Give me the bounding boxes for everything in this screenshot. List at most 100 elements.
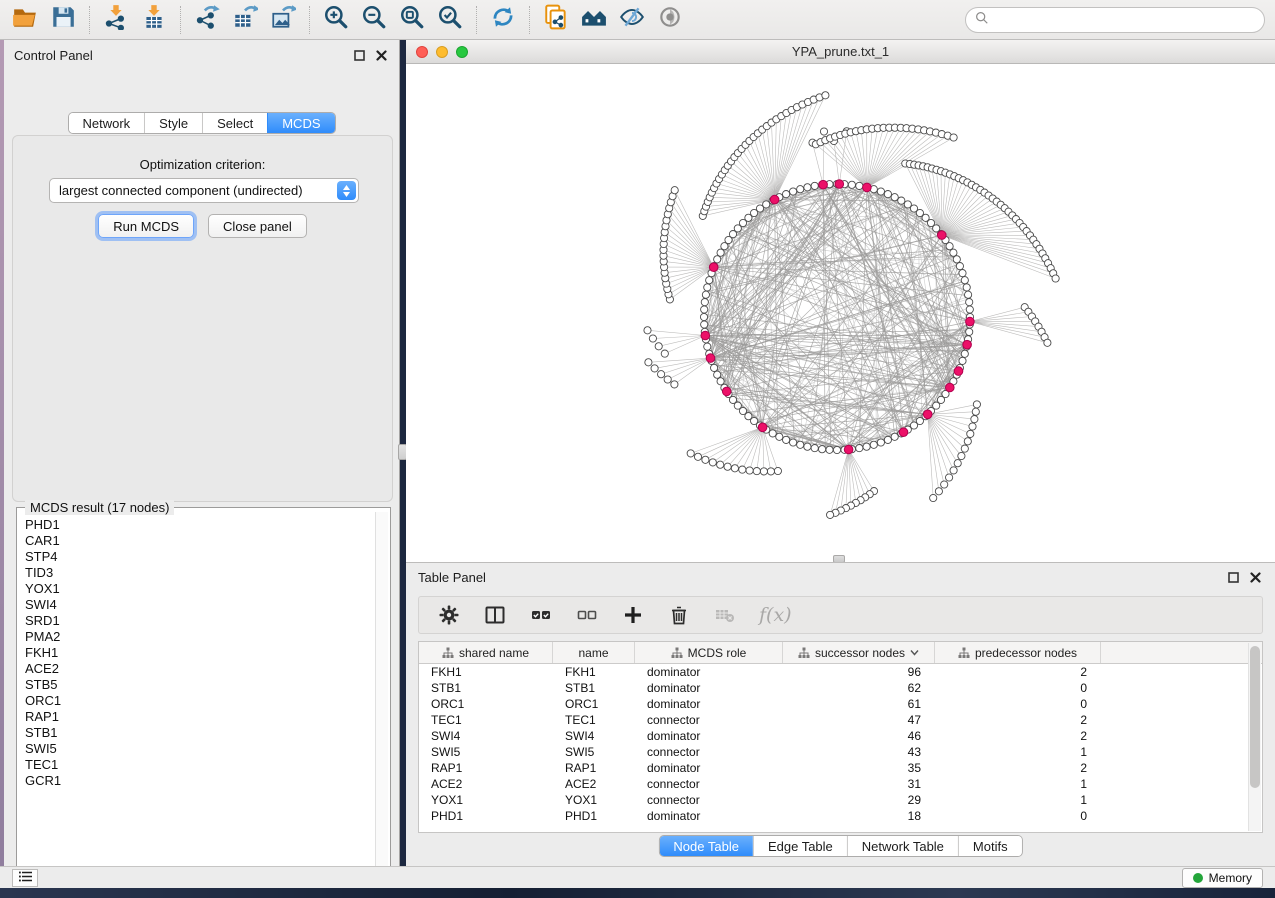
mcds-result-item[interactable]: SWI4 (25, 597, 374, 613)
float-table-panel-icon[interactable] (1225, 569, 1241, 585)
tab-style[interactable]: Style (144, 113, 202, 133)
table-row-RAP1[interactable]: RAP1RAP1dominator352 (419, 760, 1262, 776)
network-leaf-node[interactable] (820, 128, 827, 135)
network-mcds-hub-node[interactable] (946, 383, 955, 392)
network-node[interactable] (790, 188, 797, 195)
network-leaf-node[interactable] (645, 359, 652, 366)
network-leaf-node[interactable] (694, 453, 701, 460)
network-node[interactable] (965, 291, 972, 298)
network-mcds-hub-node[interactable] (923, 410, 932, 419)
network-node[interactable] (714, 256, 721, 263)
table-scrollbar[interactable] (1248, 643, 1261, 831)
network-leaf-node[interactable] (954, 460, 961, 467)
network-mcds-hub-node[interactable] (819, 180, 828, 189)
mcds-result-item[interactable]: STP4 (25, 549, 374, 565)
close-window-icon[interactable] (416, 46, 428, 58)
network-leaf-node[interactable] (746, 467, 753, 474)
network-node[interactable] (966, 299, 973, 306)
run-mcds-button[interactable]: Run MCDS (98, 214, 194, 238)
network-node[interactable] (804, 443, 811, 450)
network-leaf-node[interactable] (1044, 339, 1051, 346)
mcds-result-item[interactable]: ORC1 (25, 693, 374, 709)
network-leaf-node[interactable] (644, 327, 651, 334)
zoom-out-button[interactable] (355, 4, 393, 36)
tab-edge-table[interactable]: Edge Table (753, 836, 847, 856)
network-leaf-node[interactable] (935, 488, 942, 495)
mcds-result-item[interactable]: RAP1 (25, 709, 374, 725)
table-row-TEC1[interactable]: TEC1TEC1connector472 (419, 712, 1262, 728)
network-node[interactable] (961, 350, 968, 357)
network-node[interactable] (963, 284, 970, 291)
network-leaf-node[interactable] (661, 350, 668, 357)
network-node[interactable] (776, 433, 783, 440)
zoom-selected-button[interactable] (431, 4, 469, 36)
table-row-STB1[interactable]: STB1STB1dominator620 (419, 680, 1262, 696)
network-node[interactable] (833, 446, 840, 453)
network-leaf-node[interactable] (731, 465, 738, 472)
network-leaf-node[interactable] (664, 376, 671, 383)
network-leaf-node[interactable] (941, 481, 948, 488)
column-header-MCDS-role[interactable]: MCDS role (635, 642, 783, 663)
network-node[interactable] (884, 191, 891, 198)
export-table-button[interactable] (226, 4, 264, 36)
network-leaf-node[interactable] (767, 468, 774, 475)
network-leaf-node[interactable] (973, 401, 980, 408)
mcds-result-item[interactable]: ACE2 (25, 661, 374, 677)
network-node[interactable] (701, 306, 708, 313)
network-mcds-hub-node[interactable] (966, 317, 975, 326)
network-node[interactable] (717, 249, 724, 256)
mcds-result-item[interactable]: STB1 (25, 725, 374, 741)
network-leaf-node[interactable] (969, 423, 976, 430)
network-node[interactable] (891, 433, 898, 440)
network-mcds-hub-node[interactable] (758, 423, 767, 432)
network-leaf-node[interactable] (702, 456, 709, 463)
network-node[interactable] (790, 439, 797, 446)
network-node[interactable] (701, 299, 708, 306)
network-node[interactable] (797, 441, 804, 448)
import-table-button[interactable] (135, 4, 173, 36)
tab-network-table[interactable]: Network Table (847, 836, 958, 856)
network-leaf-node[interactable] (658, 371, 665, 378)
network-mcds-hub-node[interactable] (863, 183, 872, 192)
network-leaf-node[interactable] (822, 92, 829, 99)
delete-column-trash-icon[interactable] (667, 603, 691, 627)
export-image-button[interactable] (264, 4, 302, 36)
save-session-button[interactable] (44, 4, 82, 36)
show-panels-list-button[interactable] (12, 869, 38, 887)
network-node[interactable] (950, 249, 957, 256)
network-leaf-node[interactable] (972, 408, 979, 415)
network-leaf-node[interactable] (655, 343, 662, 350)
tab-node-table[interactable]: Node Table (659, 836, 753, 856)
mcds-result-item[interactable]: TID3 (25, 565, 374, 581)
tab-motifs[interactable]: Motifs (958, 836, 1022, 856)
network-node[interactable] (891, 194, 898, 201)
network-node[interactable] (959, 270, 966, 277)
network-node[interactable] (783, 436, 790, 443)
table-row-ACE2[interactable]: ACE2ACE2connector311 (419, 776, 1262, 792)
table-row-ORC1[interactable]: ORC1ORC1dominator610 (419, 696, 1262, 712)
add-column-plus-icon[interactable] (621, 603, 645, 627)
network-node[interactable] (819, 446, 826, 453)
export-network-button[interactable] (188, 4, 226, 36)
network-node[interactable] (702, 291, 709, 298)
network-node[interactable] (870, 441, 877, 448)
network-node[interactable] (956, 263, 963, 270)
new-network-from-selection-button[interactable] (537, 4, 575, 36)
network-node[interactable] (711, 364, 718, 371)
column-header-shared-name[interactable]: shared name (419, 642, 553, 663)
network-leaf-node[interactable] (774, 467, 781, 474)
network-mcds-hub-node[interactable] (938, 231, 947, 240)
zoom-in-button[interactable] (317, 4, 355, 36)
network-leaf-node[interactable] (971, 416, 978, 423)
network-node[interactable] (769, 430, 776, 437)
network-node[interactable] (763, 201, 770, 208)
table-row-PHD1[interactable]: PHD1PHD1dominator180 (419, 808, 1262, 824)
select-all-icon[interactable] (529, 603, 553, 627)
network-leaf-node[interactable] (950, 134, 957, 141)
network-node[interactable] (804, 184, 811, 191)
network-mcds-hub-node[interactable] (844, 445, 853, 454)
network-node[interactable] (966, 306, 973, 313)
network-leaf-node[interactable] (967, 430, 974, 437)
network-mcds-hub-node[interactable] (963, 340, 972, 349)
network-node[interactable] (704, 343, 711, 350)
